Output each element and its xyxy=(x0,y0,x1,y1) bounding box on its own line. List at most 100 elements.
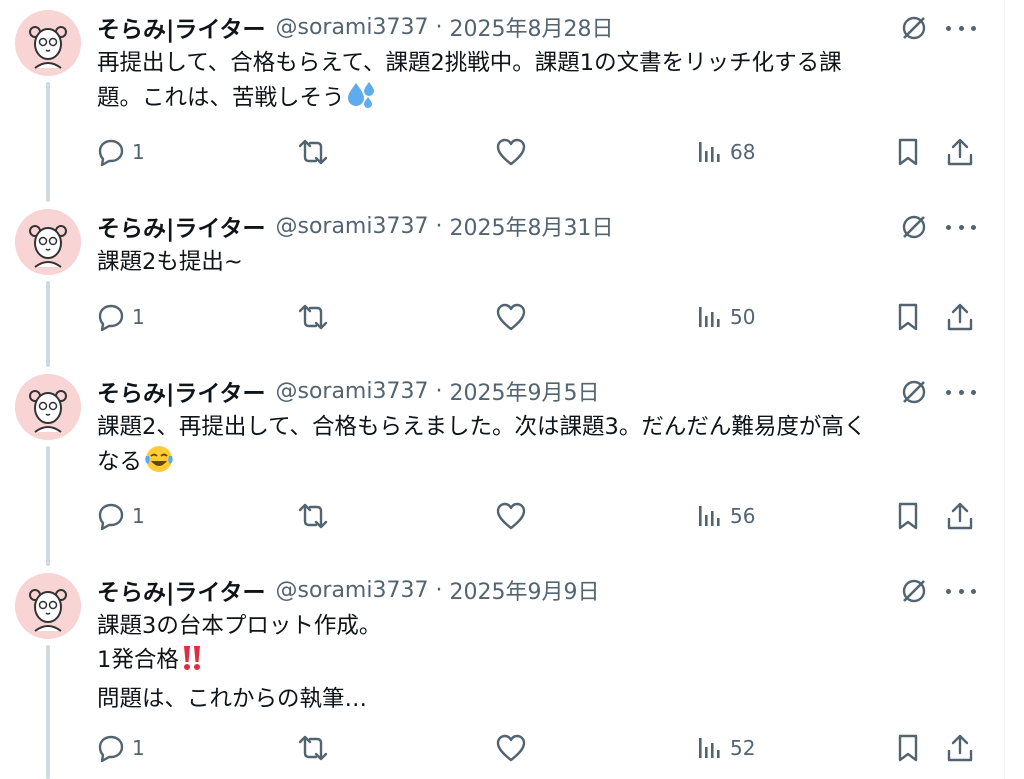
separator: · xyxy=(435,14,443,40)
retweet-icon xyxy=(298,735,328,761)
retweet-button[interactable] xyxy=(296,132,330,172)
display-name[interactable]: そらみ|ライター xyxy=(97,573,265,607)
more-options-icon[interactable] xyxy=(946,577,976,605)
view-count: 52 xyxy=(730,736,756,760)
analytics-icon xyxy=(699,307,720,327)
avatar[interactable] xyxy=(15,374,81,440)
share-button[interactable] xyxy=(944,496,976,536)
reply-icon xyxy=(98,503,124,531)
user-handle[interactable]: @sorami3737 xyxy=(275,214,428,239)
double-exclamation-icon xyxy=(181,644,203,682)
user-handle[interactable]: @sorami3737 xyxy=(275,15,428,40)
tweet-header: そらみ|ライター @sorami3737 · 2025年8月28日 xyxy=(97,10,613,44)
separator: · xyxy=(435,577,443,603)
tweet-text: 課題2も提出~ xyxy=(97,245,957,279)
grok-icon[interactable] xyxy=(898,12,930,44)
reply-button[interactable]: 1 xyxy=(96,297,145,337)
like-button[interactable] xyxy=(495,728,527,768)
view-count: 50 xyxy=(730,305,756,329)
action-bar: 1 50 xyxy=(0,297,1004,337)
display-name[interactable]: そらみ|ライター xyxy=(97,10,265,44)
tweet-text-line: 問題は、これからの執筆… xyxy=(97,686,368,712)
grok-icon[interactable] xyxy=(898,211,930,243)
display-name[interactable]: そらみ|ライター xyxy=(97,209,265,243)
tweet-date[interactable]: 2025年8月28日 xyxy=(449,11,613,43)
bookmark-icon xyxy=(898,734,918,762)
avatar[interactable] xyxy=(15,209,81,275)
retweet-icon xyxy=(298,139,328,165)
views-button[interactable]: 68 xyxy=(694,132,755,172)
tweet-text-line: 課題2も提出~ xyxy=(97,249,243,275)
display-name[interactable]: そらみ|ライター xyxy=(97,374,265,408)
tweet-text-line: 課題2、再提出して、合格もらえました。次は課題3。だんだん難易度が高く xyxy=(97,414,867,440)
bookmark-icon xyxy=(898,502,918,530)
share-button[interactable] xyxy=(944,728,976,768)
reply-button[interactable]: 1 xyxy=(96,132,145,172)
share-icon xyxy=(947,734,973,762)
tweet-text-line: 1発合格 xyxy=(97,647,179,673)
timeline-border xyxy=(1004,0,1005,779)
reply-button[interactable]: 1 xyxy=(96,728,145,768)
share-icon xyxy=(947,303,973,331)
reply-count: 1 xyxy=(132,504,145,528)
like-button[interactable] xyxy=(495,132,527,172)
share-button[interactable] xyxy=(944,132,976,172)
more-options-icon[interactable] xyxy=(946,213,976,241)
like-button[interactable] xyxy=(495,496,527,536)
heart-icon xyxy=(496,138,526,166)
tweet-date[interactable]: 2025年9月5日 xyxy=(449,375,599,407)
analytics-icon xyxy=(699,506,720,526)
action-bar: 1 56 xyxy=(0,496,1004,536)
like-button[interactable] xyxy=(495,297,527,337)
reply-count: 1 xyxy=(132,736,145,760)
share-button[interactable] xyxy=(944,297,976,337)
reply-count: 1 xyxy=(132,140,145,164)
grok-icon[interactable] xyxy=(898,575,930,607)
analytics-icon xyxy=(699,142,720,162)
analytics-icon xyxy=(699,738,720,758)
heart-icon xyxy=(496,502,526,530)
reply-icon xyxy=(98,304,124,332)
tweet-text-line: なる xyxy=(97,449,143,475)
action-bar: 1 52 xyxy=(0,728,1004,768)
retweet-button[interactable] xyxy=(296,297,330,337)
bookmark-button[interactable] xyxy=(893,728,923,768)
user-handle[interactable]: @sorami3737 xyxy=(275,578,428,603)
reply-count: 1 xyxy=(132,305,145,329)
action-bar: 1 68 xyxy=(0,132,1004,172)
views-button[interactable]: 52 xyxy=(694,728,755,768)
bookmark-button[interactable] xyxy=(893,496,923,536)
share-icon xyxy=(947,502,973,530)
tweet[interactable]: そらみ|ライター @sorami3737 · 2025年8月28日 再提出して、… xyxy=(0,2,1004,202)
tweet-header: そらみ|ライター @sorami3737 · 2025年9月5日 xyxy=(97,374,599,408)
tweet-text: 課題2、再提出して、合格もらえました。次は課題3。だんだん難易度が高く なる xyxy=(97,410,957,484)
retweet-button[interactable] xyxy=(296,496,330,536)
tweet[interactable]: そらみ|ライター @sorami3737 · 2025年8月31日 課題2も提出… xyxy=(0,201,1004,367)
retweet-button[interactable] xyxy=(296,728,330,768)
tweet-date[interactable]: 2025年8月31日 xyxy=(449,210,613,242)
tweet-header: そらみ|ライター @sorami3737 · 2025年9月9日 xyxy=(97,573,599,607)
tweet[interactable]: そらみ|ライター @sorami3737 · 2025年9月5日 課題2、再提出… xyxy=(0,366,1004,566)
bookmark-button[interactable] xyxy=(893,132,923,172)
heart-icon xyxy=(496,303,526,331)
tweet-text-line: 再提出して、合格もらえて、課題2挑戦中。課題1の文書をリッチ化する課 xyxy=(97,50,842,76)
share-icon xyxy=(947,138,973,166)
views-button[interactable]: 56 xyxy=(694,496,755,536)
grok-icon[interactable] xyxy=(898,376,930,408)
bookmark-button[interactable] xyxy=(893,297,923,337)
retweet-icon xyxy=(298,503,328,529)
tweet[interactable]: そらみ|ライター @sorami3737 · 2025年9月9日 課題3の台本プ… xyxy=(0,565,1004,779)
reply-button[interactable]: 1 xyxy=(96,496,145,536)
avatar[interactable] xyxy=(15,10,81,76)
tears-of-joy-icon xyxy=(144,444,174,484)
more-options-icon[interactable] xyxy=(946,14,976,42)
avatar[interactable] xyxy=(15,573,81,639)
tweet-date[interactable]: 2025年9月9日 xyxy=(449,574,599,606)
user-handle[interactable]: @sorami3737 xyxy=(275,379,428,404)
retweet-icon xyxy=(298,304,328,330)
more-options-icon[interactable] xyxy=(946,378,976,406)
separator: · xyxy=(435,213,443,239)
reply-icon xyxy=(98,139,124,167)
view-count: 56 xyxy=(730,504,756,528)
views-button[interactable]: 50 xyxy=(694,297,755,337)
